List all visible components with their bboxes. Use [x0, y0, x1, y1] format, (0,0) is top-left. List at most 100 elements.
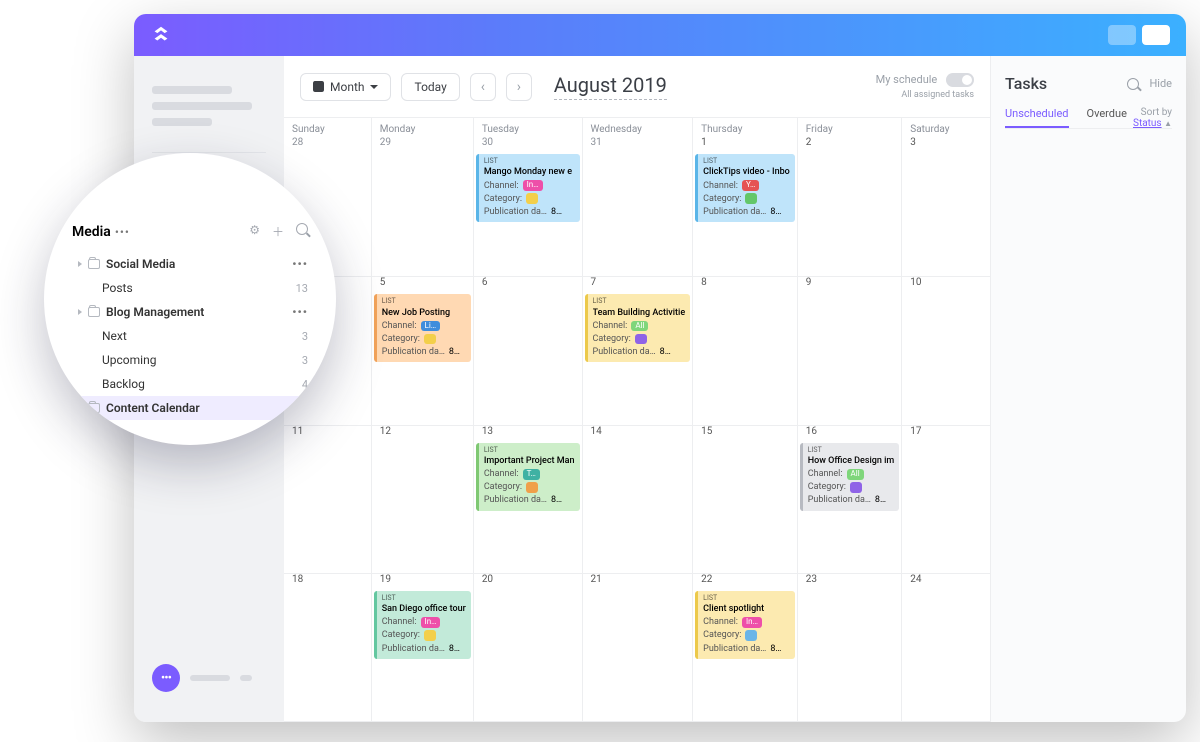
chevron-right-icon	[78, 309, 82, 315]
tab-unscheduled[interactable]: Unscheduled	[1005, 107, 1069, 128]
event-field-label: Channel:	[484, 180, 519, 192]
event-field-label: Channel:	[484, 468, 519, 480]
calendar-cell[interactable]: 24	[902, 574, 990, 722]
channel-chip: All	[847, 469, 864, 480]
calendar-event[interactable]: List Client spotlight Channel:In… Catego…	[695, 591, 795, 659]
calendar-cell[interactable]: 19 List San Diego office tour Channel:In…	[372, 574, 474, 722]
calendar-event[interactable]: List How Office Design im Channel:All Ca…	[800, 443, 900, 511]
calendar-cell[interactable]: 11	[284, 426, 372, 574]
day-number: 3	[902, 137, 990, 152]
calendar-cell[interactable]: 13 List Important Project Man Channel:T……	[474, 426, 583, 574]
day-number: 19	[372, 574, 473, 589]
view-selector[interactable]: Month	[300, 73, 391, 101]
item-count: 3	[302, 354, 308, 367]
event-list-tag: List	[382, 297, 466, 306]
hide-panel-button[interactable]: Hide	[1149, 77, 1172, 90]
category-chip	[745, 630, 757, 641]
sidebar-list-item[interactable]: Upcoming3	[44, 348, 336, 372]
calendar-cell[interactable]: 10	[902, 277, 990, 425]
window-maximize[interactable]	[1142, 25, 1170, 45]
calendar-cell[interactable]: 5 List New Job Posting Channel:Li… Categ…	[372, 277, 474, 425]
sidebar-list-item[interactable]: List8	[44, 420, 336, 444]
day-number: 8	[693, 277, 797, 292]
gear-icon[interactable]: ⚙	[249, 223, 260, 240]
event-list-tag: List	[808, 446, 895, 455]
calendar-event[interactable]: List Mango Monday new e Channel:In… Cate…	[476, 154, 580, 222]
calendar-cell[interactable]: 12	[372, 426, 474, 574]
chat-button[interactable]: •••	[152, 664, 266, 692]
calendar-event[interactable]: List New Job Posting Channel:Li… Categor…	[374, 294, 471, 362]
day-number: 1	[693, 137, 797, 152]
sidebar-list-item[interactable]: Posts13	[44, 276, 336, 300]
more-icon[interactable]: •••	[292, 401, 308, 415]
more-icon[interactable]: •••	[292, 257, 308, 271]
plus-icon[interactable]: ＋	[272, 223, 284, 240]
chat-icon: •••	[152, 664, 180, 692]
search-icon[interactable]	[296, 223, 308, 235]
calendar-cell[interactable]: Monday29	[372, 118, 474, 277]
calendar-cell[interactable]: 7 List Team Building Activitie Channel:A…	[583, 277, 694, 425]
day-number: 9	[798, 277, 902, 292]
calendar-cell[interactable]: Saturday3	[902, 118, 990, 277]
dow-header: Friday	[798, 118, 902, 137]
day-number: 10	[902, 277, 990, 292]
prev-month-button[interactable]: ‹	[470, 73, 496, 101]
sidebar-list-item[interactable]: Backlog4	[44, 372, 336, 396]
event-field-label: Channel:	[382, 320, 417, 332]
next-month-button[interactable]: ›	[506, 73, 532, 101]
window-minimize[interactable]	[1108, 25, 1136, 45]
calendar-title: August 2019	[554, 73, 667, 100]
event-title: New Job Posting	[382, 307, 466, 319]
event-pub: 8…	[551, 494, 562, 506]
tab-overdue[interactable]: Overdue	[1087, 107, 1127, 128]
calendar-cell[interactable]: 18	[284, 574, 372, 722]
calendar-cell[interactable]: 6	[474, 277, 583, 425]
sidebar-placeholder	[152, 86, 232, 94]
sidebar-folder[interactable]: Blog Management•••	[44, 300, 336, 324]
calendar-cell[interactable]: 17	[902, 426, 990, 574]
chat-placeholder	[240, 675, 252, 681]
search-icon[interactable]	[1127, 78, 1139, 90]
sidebar-folder[interactable]: Content Calendar•••	[44, 396, 336, 420]
event-pub: 8…	[551, 206, 562, 218]
my-schedule-toggle[interactable]: My schedule All assigned tasks	[876, 73, 974, 101]
day-number: 20	[474, 574, 582, 589]
calendar-cell[interactable]: Friday2	[798, 118, 903, 277]
calendar-event[interactable]: List Team Building Activitie Channel:All…	[585, 294, 691, 362]
event-field-label: Publication da…	[382, 346, 445, 358]
toggle-icon	[946, 73, 974, 87]
sidebar-placeholder	[152, 102, 252, 110]
item-label: List	[102, 425, 122, 439]
calendar-cell[interactable]: Thursday1 List ClickTips video - Inbo Ch…	[693, 118, 798, 277]
calendar-event[interactable]: List San Diego office tour Channel:In… C…	[374, 591, 471, 659]
day-number: 13	[474, 426, 582, 441]
sort-by[interactable]: Sort by Status ▲	[1133, 107, 1172, 129]
calendar-cell[interactable]: 15	[693, 426, 798, 574]
event-field-label: Publication da…	[484, 494, 547, 506]
calendar-event[interactable]: List ClickTips video - Inbo Channel:Y… C…	[695, 154, 795, 222]
more-icon[interactable]: •••	[292, 305, 308, 319]
calendar: Month Today ‹ › August 2019 My schedule …	[284, 56, 991, 722]
my-schedule-label: My schedule	[876, 73, 938, 86]
sort-by-label: Sort by	[1141, 107, 1172, 118]
calendar-cell[interactable]: 23	[798, 574, 903, 722]
day-number: 2	[798, 137, 902, 152]
calendar-cell[interactable]: 16 List How Office Design im Channel:All…	[798, 426, 903, 574]
event-field-label: Category:	[484, 193, 522, 205]
today-button[interactable]: Today	[401, 73, 459, 101]
calendar-cell[interactable]: 9	[798, 277, 903, 425]
titlebar	[134, 14, 1186, 56]
calendar-cell[interactable]: Wednesday31	[583, 118, 694, 277]
calendar-cell[interactable]: Tuesday30 List Mango Monday new e Channe…	[474, 118, 583, 277]
calendar-cell[interactable]: 22 List Client spotlight Channel:In… Cat…	[693, 574, 798, 722]
event-field-label: Publication da…	[382, 643, 445, 655]
calendar-cell[interactable]: 8	[693, 277, 798, 425]
sidebar-list-item[interactable]: Next3	[44, 324, 336, 348]
calendar-cell[interactable]: 21	[583, 574, 694, 722]
sidebar-folder[interactable]: Social Media•••	[44, 252, 336, 276]
calendar-event[interactable]: List Important Project Man Channel:T… Ca…	[476, 443, 580, 511]
calendar-cell[interactable]: 20	[474, 574, 583, 722]
more-icon[interactable]: •••	[115, 225, 130, 239]
calendar-cell[interactable]: 14	[583, 426, 694, 574]
day-number: 30	[474, 137, 582, 152]
